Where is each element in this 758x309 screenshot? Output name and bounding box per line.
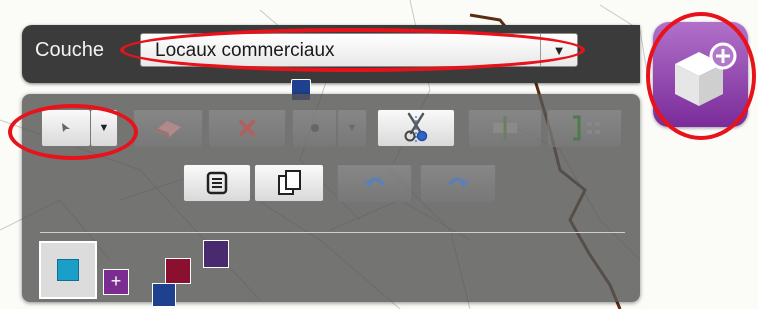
merge-icon [572, 115, 600, 141]
symbol-swatch[interactable] [39, 241, 97, 299]
undo-button[interactable] [337, 164, 412, 202]
cut-button[interactable] [377, 109, 455, 147]
delete-button[interactable] [208, 109, 286, 147]
map-symbol-icon [165, 258, 191, 284]
eraser-icon [155, 121, 181, 137]
split-icon [493, 116, 517, 140]
attributes-table-icon [206, 171, 228, 195]
scissors-icon [404, 112, 428, 142]
highlight-ring [120, 28, 585, 72]
highlight-ring [8, 104, 138, 160]
point-icon [310, 124, 319, 132]
point-tool-dropdown[interactable]: ▼ [337, 109, 367, 147]
eraser-button[interactable] [133, 109, 203, 147]
symbol-fill [57, 259, 79, 281]
delete-x-icon [239, 120, 255, 136]
attributes-button[interactable] [183, 164, 251, 202]
map-symbol-icon [152, 283, 176, 307]
split-button[interactable] [468, 109, 542, 147]
map-symbol-icon: + [103, 269, 129, 295]
undo-icon [363, 177, 385, 188]
merge-button[interactable] [547, 109, 622, 147]
copy-icon [278, 170, 301, 195]
map-symbol-icon [203, 240, 229, 268]
copy-button[interactable] [254, 164, 324, 202]
layer-label: Couche [35, 39, 104, 61]
redo-icon [448, 177, 469, 188]
highlight-ring [646, 12, 756, 140]
redo-button[interactable] [420, 164, 496, 202]
chevron-down-icon: ▼ [346, 122, 358, 134]
panel-divider [40, 232, 625, 233]
point-tool-button[interactable] [292, 109, 337, 147]
